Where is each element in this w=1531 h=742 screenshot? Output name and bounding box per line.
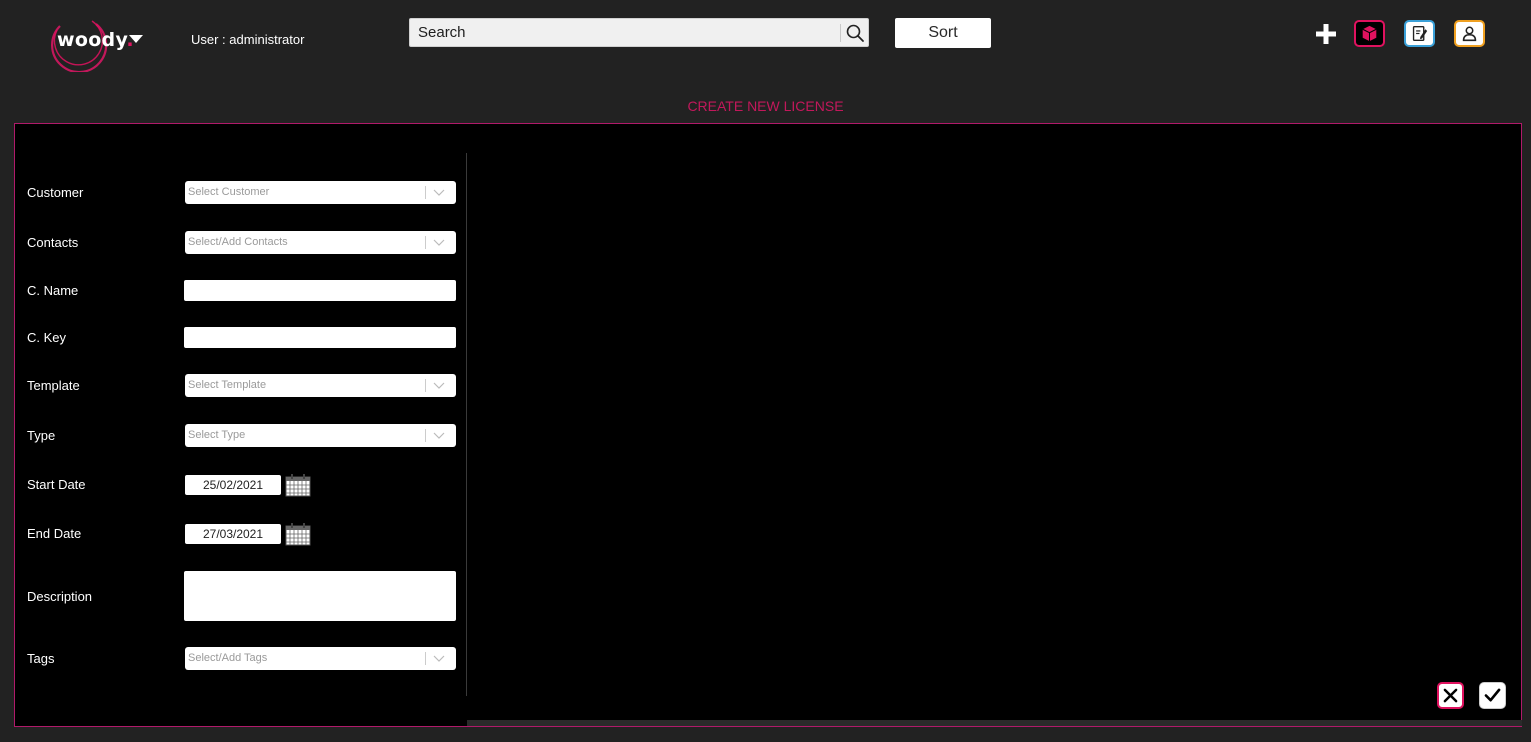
type-select[interactable]: Select Type bbox=[185, 424, 456, 447]
calendar-icon[interactable] bbox=[285, 522, 311, 546]
start-date-label: Start Date bbox=[27, 477, 86, 492]
bottom-scrollbar[interactable] bbox=[467, 720, 1522, 726]
chevron-down-icon[interactable] bbox=[433, 381, 445, 390]
c-key-label: C. Key bbox=[27, 330, 67, 345]
calendar-icon[interactable] bbox=[285, 473, 311, 497]
confirm-button[interactable] bbox=[1479, 682, 1506, 709]
page-title: CREATE NEW LICENSE bbox=[687, 98, 844, 114]
user-label: User : administrator bbox=[191, 32, 305, 47]
logo-text: woody. bbox=[57, 29, 134, 51]
chevron-down-icon[interactable] bbox=[433, 238, 445, 247]
search-icon[interactable] bbox=[845, 23, 865, 43]
user-icon bbox=[1462, 26, 1477, 42]
form-divider bbox=[466, 153, 467, 696]
description-label: Description bbox=[27, 589, 93, 604]
c-name-label: C. Name bbox=[27, 283, 79, 298]
close-icon bbox=[1443, 688, 1458, 703]
chevron-down-icon[interactable] bbox=[433, 188, 445, 197]
c-key-input[interactable] bbox=[184, 327, 456, 348]
customer-select-placeholder: Select Customer bbox=[188, 186, 270, 198]
search-input[interactable] bbox=[410, 19, 838, 46]
tags-select[interactable]: Select/Add Tags bbox=[185, 647, 456, 670]
template-select[interactable]: Select Template bbox=[185, 374, 456, 397]
contacts-select-placeholder: Select/Add Contacts bbox=[188, 236, 288, 248]
license-button[interactable] bbox=[1354, 20, 1385, 47]
cube-icon bbox=[1362, 25, 1377, 42]
select-separator bbox=[425, 429, 426, 442]
type-label: Type bbox=[27, 428, 56, 443]
plus-icon[interactable] bbox=[1314, 22, 1338, 46]
contacts-label: Contacts bbox=[27, 235, 79, 250]
c-name-input[interactable] bbox=[184, 280, 456, 301]
description-input[interactable] bbox=[184, 571, 456, 621]
contacts-select[interactable]: Select/Add Contacts bbox=[185, 231, 456, 254]
end-date-label: End Date bbox=[27, 526, 82, 541]
tags-select-placeholder: Select/Add Tags bbox=[188, 652, 268, 664]
type-select-placeholder: Select Type bbox=[188, 429, 246, 441]
profile-button[interactable] bbox=[1454, 20, 1485, 47]
cancel-button[interactable] bbox=[1437, 682, 1464, 709]
start-date-input[interactable] bbox=[185, 475, 281, 495]
sort-button[interactable]: Sort bbox=[895, 18, 991, 48]
select-separator bbox=[425, 236, 426, 249]
search-separator bbox=[840, 24, 841, 42]
search-box bbox=[409, 18, 869, 47]
select-separator bbox=[425, 186, 426, 199]
tags-label: Tags bbox=[27, 651, 55, 666]
check-icon bbox=[1484, 688, 1501, 702]
customer-label: Customer bbox=[27, 185, 84, 200]
select-separator bbox=[425, 379, 426, 392]
chevron-down-icon[interactable] bbox=[129, 35, 143, 43]
edit-icon bbox=[1412, 26, 1428, 41]
chevron-down-icon[interactable] bbox=[433, 431, 445, 440]
template-select-placeholder: Select Template bbox=[188, 379, 267, 391]
woody-logo[interactable]: woody. bbox=[48, 12, 148, 72]
select-separator bbox=[425, 652, 426, 665]
notes-button[interactable] bbox=[1404, 20, 1435, 47]
license-form-panel: Customer Select Customer Contacts Select… bbox=[14, 123, 1522, 727]
end-date-input[interactable] bbox=[185, 524, 281, 544]
chevron-down-icon[interactable] bbox=[433, 654, 445, 663]
customer-select[interactable]: Select Customer bbox=[185, 181, 456, 204]
template-label: Template bbox=[27, 378, 80, 393]
